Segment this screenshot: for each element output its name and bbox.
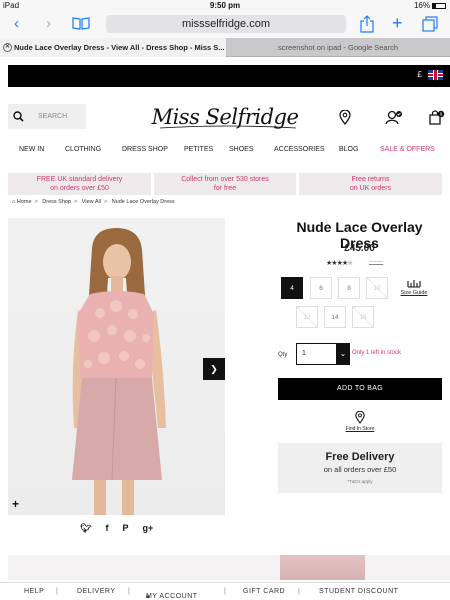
clock: 9:50 pm <box>209 1 241 10</box>
battery-percent: 16% <box>413 1 430 10</box>
forward-icon[interactable]: › <box>46 15 51 32</box>
size-option-8[interactable]: 8 <box>338 277 360 299</box>
tab-active[interactable]: ✕ Nude Lace Overlay Dress - View All - D… <box>0 38 226 57</box>
qty-value: 1 <box>302 350 306 357</box>
address-bar[interactable]: missselfridge.com <box>106 15 346 33</box>
breadcrumb-home[interactable]: Home <box>17 199 32 205</box>
nav-item-new-in[interactable]: NEW IN <box>19 146 44 153</box>
promo-subtitle: for free <box>213 185 237 192</box>
terms-link[interactable]: *T&Cs apply <box>278 479 442 484</box>
promo-subtitle: on orders over £50 <box>50 185 109 192</box>
breadcrumb-current: Nude Lace Overlay Dress <box>111 199 175 205</box>
size-option-10: 10 <box>366 277 388 299</box>
add-to-bag-button[interactable]: ADD TO BAG <box>278 378 442 400</box>
promo-title: Collect from over 530 stores <box>181 176 269 183</box>
twitter-icon[interactable]: 🐦︎ <box>80 523 91 533</box>
model-illustration <box>72 228 166 515</box>
promo-title: FREE UK standard delivery <box>36 176 123 183</box>
back-icon[interactable]: ‹ <box>14 15 19 32</box>
battery-indicator: 16% <box>414 1 446 10</box>
battery-icon <box>432 2 446 9</box>
recommended-product-image[interactable] <box>280 555 365 580</box>
bookmarks-icon[interactable] <box>72 17 90 35</box>
nav-item-accessories[interactable]: ACCESSORIES <box>274 146 325 153</box>
footer-help[interactable]: HELP <box>24 588 44 595</box>
size-option-12: 12 <box>296 306 318 328</box>
stock-note: Only 1 left in stock <box>352 350 402 356</box>
location-pin-icon <box>355 410 365 424</box>
currency-selector[interactable]: £ <box>418 70 422 79</box>
nav-item-dress-shop[interactable]: DRESS SHOP <box>122 146 168 153</box>
find-in-store-link[interactable]: Find In Store <box>330 410 390 432</box>
size-option-4[interactable]: 4 <box>281 277 303 299</box>
search-placeholder: SEARCH <box>38 113 68 120</box>
top-utility-bar: £ <box>8 65 450 87</box>
account-icon[interactable] <box>385 110 403 130</box>
footer-bar: HELP | DELIVERY | 🔒︎ MY ACCOUNT | GIFT C… <box>0 582 450 600</box>
chevron-right-icon: ❯ <box>210 364 218 374</box>
quantity-select[interactable]: 1 ⌄ <box>296 343 350 365</box>
nav-item-shoes[interactable]: SHOES <box>229 146 254 153</box>
nav-item-clothing[interactable]: CLOTHING <box>65 146 101 153</box>
size-option-6[interactable]: 6 <box>310 277 332 299</box>
breadcrumb-view-all[interactable]: View All <box>82 199 101 205</box>
qty-label: Qty <box>278 352 288 358</box>
new-tab-icon[interactable]: + <box>392 13 403 34</box>
pinterest-icon[interactable]: P <box>122 523 128 533</box>
breadcrumb-dress-shop[interactable]: Dress Shop <box>42 199 71 205</box>
social-share: 🐦︎ f Pg+ <box>80 523 167 534</box>
nav-item-sale-offers[interactable]: SALE & OFFERS <box>380 146 435 153</box>
product-image[interactable] <box>8 218 225 515</box>
promo-returns[interactable]: Free returns on UK orders <box>299 173 442 195</box>
ruler-icon <box>407 280 421 288</box>
size-option-14[interactable]: 14 <box>324 306 346 328</box>
recommendations-strip <box>8 555 450 580</box>
logo-underline <box>159 125 297 129</box>
product-price: £45.00 <box>344 243 375 254</box>
promo-delivery[interactable]: FREE UK standard delivery on orders over… <box>8 173 151 195</box>
search-icon <box>13 111 24 122</box>
rating-stars[interactable]: ★★★★★ <box>326 259 353 267</box>
tabs-icon[interactable] <box>422 16 438 37</box>
store-locator-icon[interactable] <box>339 109 351 130</box>
share-icon[interactable] <box>360 15 374 38</box>
size-guide-label: Size Guide <box>400 290 428 296</box>
footer-gift-card[interactable]: GIFT CARD <box>243 588 285 595</box>
find-in-store-label: Find In Store <box>345 426 375 432</box>
chevron-down-icon: ⌄ <box>336 343 350 365</box>
tab-title: Nude Lace Overlay Dress - View All - Dre… <box>14 43 225 52</box>
tab-inactive[interactable]: screenshot on ipad - Google Search <box>226 38 450 57</box>
promo-collect[interactable]: Collect from over 530 stores for free <box>154 173 296 195</box>
size-option-16: 16 <box>352 306 374 328</box>
zoom-plus-icon[interactable]: + <box>12 497 19 511</box>
close-tab-icon[interactable]: ✕ <box>3 43 12 52</box>
size-guide-link[interactable]: Size Guide <box>399 279 429 296</box>
browser-toolbar: ‹ › missselfridge.com + <box>0 13 450 38</box>
star-empty-icon: ★ <box>347 260 353 267</box>
nav-item-blog[interactable]: BLOG <box>339 146 358 153</box>
footer-student-discount[interactable]: STUDENT DISCOUNT <box>319 588 398 595</box>
reviews-link[interactable]: ──── <box>369 259 383 265</box>
next-image-button[interactable]: ❯ <box>203 358 225 380</box>
promo-subtitle: on UK orders <box>349 185 392 192</box>
browser-tabs: ✕ Nude Lace Overlay Dress - View All - D… <box>0 38 450 57</box>
home-icon[interactable]: ⌂ <box>12 199 15 205</box>
google-plus-icon[interactable]: g+ <box>142 523 153 533</box>
free-delivery-subtitle: on all orders over £50 <box>323 465 397 474</box>
promo-title: Free returns <box>351 176 390 183</box>
ios-status-bar: iPad 9:50 pm 16% <box>0 0 450 13</box>
search-box[interactable]: SEARCH <box>8 104 86 129</box>
breadcrumb: ⌂ Home > Dress Shop > View All > Nude Lace … <box>12 199 175 205</box>
footer-delivery[interactable]: DELIVERY <box>77 588 116 595</box>
free-delivery-title: Free Delivery <box>325 451 395 463</box>
shopping-bag-icon[interactable]: 0 <box>429 110 445 130</box>
nav-item-petites[interactable]: PETITES <box>184 146 213 153</box>
free-delivery-banner: Free Delivery on all orders over £50 *T&… <box>278 443 442 493</box>
main-nav: NEW IN CLOTHING DRESS SHOP PETITES SHOES… <box>8 146 450 158</box>
uk-flag-icon[interactable] <box>428 70 443 80</box>
footer-my-account-label: MY ACCOUNT <box>146 593 198 600</box>
facebook-icon[interactable]: f <box>105 523 108 533</box>
